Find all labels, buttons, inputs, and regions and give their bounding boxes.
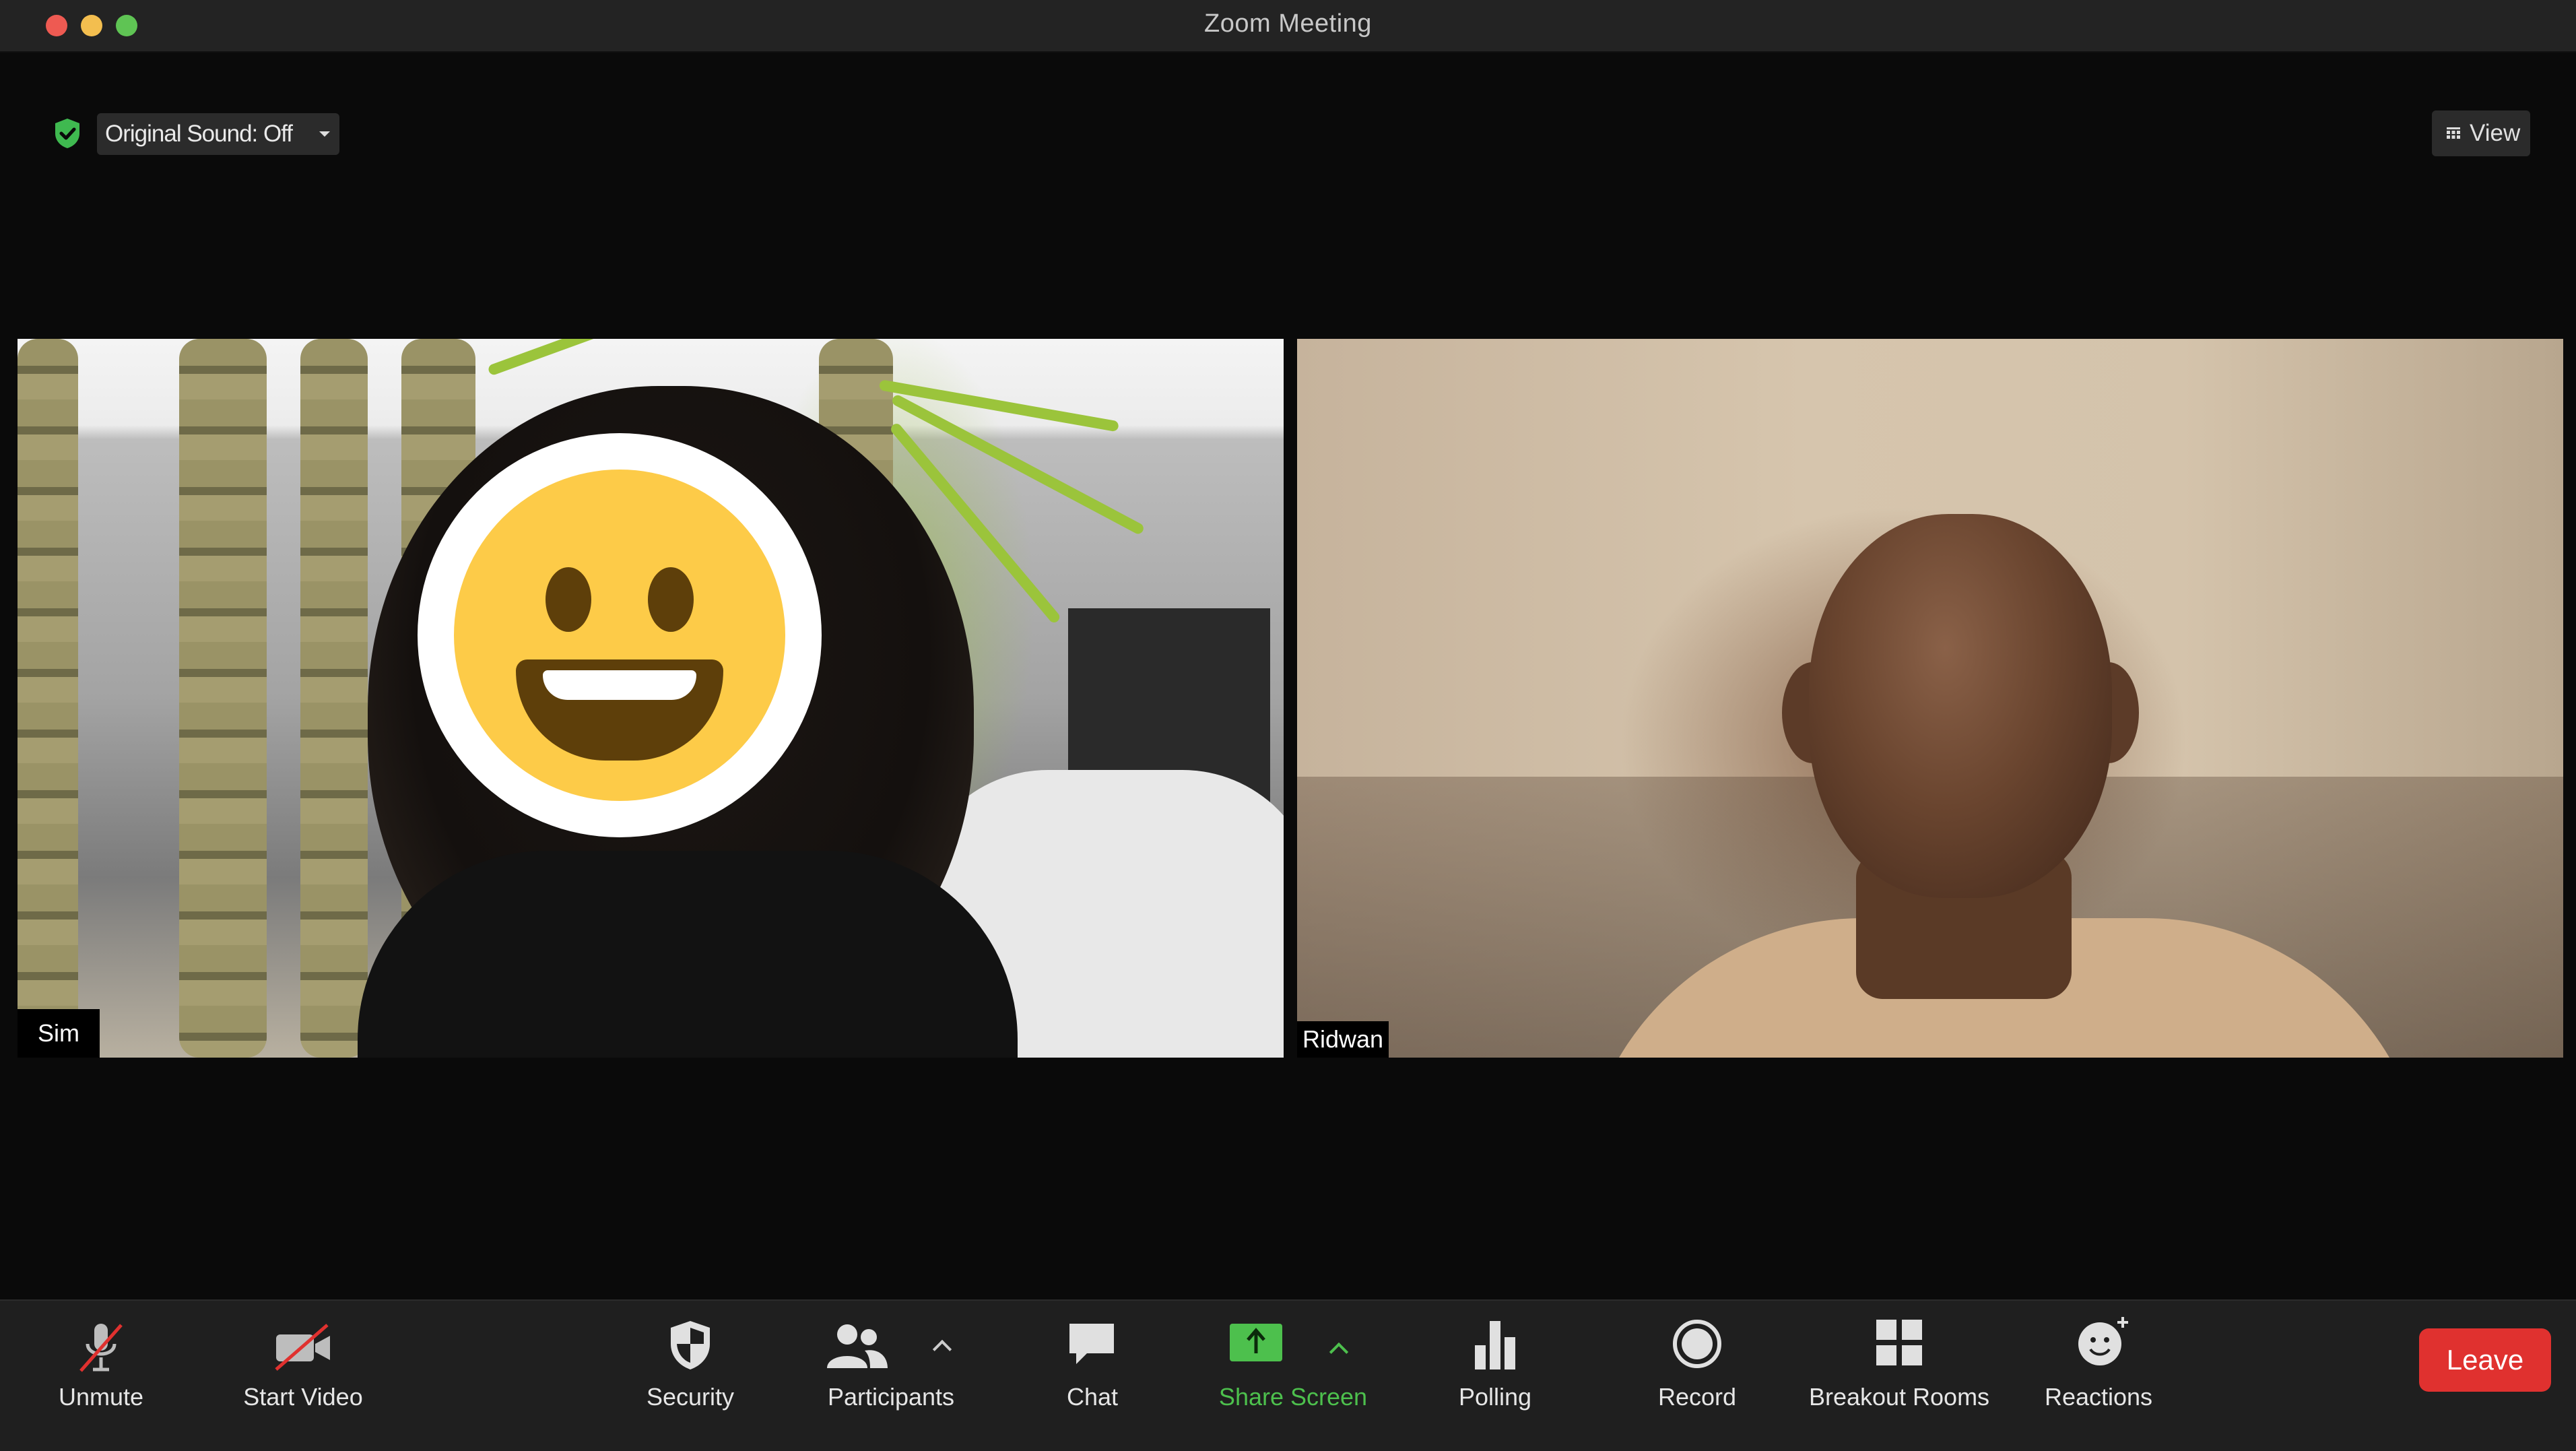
emoji-mouth bbox=[516, 659, 723, 761]
camera-off-icon bbox=[275, 1324, 330, 1371]
emoji-eye bbox=[648, 567, 694, 632]
breakout-rooms-button[interactable]: Breakout Rooms bbox=[1805, 1301, 1993, 1451]
share-screen-icon bbox=[1230, 1324, 1282, 1361]
view-button[interactable]: View bbox=[2432, 110, 2530, 156]
original-sound-dropdown[interactable]: Original Sound: Off bbox=[97, 113, 340, 155]
security-label: Security bbox=[646, 1383, 735, 1411]
palm-trunk bbox=[179, 339, 267, 1058]
chat-label: Chat bbox=[1066, 1383, 1119, 1411]
bar-chart-icon bbox=[1475, 1321, 1515, 1369]
reactions-button[interactable]: Reactions bbox=[2041, 1301, 2162, 1451]
share-screen-label: Share Screen bbox=[1218, 1383, 1368, 1411]
security-button[interactable]: Security bbox=[633, 1301, 748, 1451]
record-label: Record bbox=[1657, 1383, 1737, 1411]
emoji-eye bbox=[546, 567, 591, 632]
record-icon bbox=[1673, 1320, 1721, 1368]
reaction-smiley-icon bbox=[2078, 1317, 2128, 1365]
breakout-rooms-icon bbox=[1876, 1320, 1922, 1365]
person-head bbox=[1809, 514, 2112, 898]
title-bar: Zoom Meeting bbox=[0, 0, 2576, 53]
participants-label: Participants bbox=[827, 1383, 955, 1411]
emoji-face bbox=[454, 470, 785, 801]
video-tile-sim[interactable]: Sim bbox=[18, 339, 1284, 1058]
video-tile-ridwan[interactable]: Ridwan bbox=[1297, 339, 2563, 1058]
emoji-teeth bbox=[543, 670, 696, 700]
original-sound-label: Original Sound: Off bbox=[105, 121, 293, 147]
participant-name-label: Sim bbox=[18, 1009, 100, 1058]
person-body bbox=[358, 851, 1018, 1058]
view-label: View bbox=[2470, 120, 2521, 146]
start-video-button[interactable]: Start Video bbox=[229, 1301, 377, 1451]
microphone-muted-icon bbox=[79, 1324, 123, 1372]
palm-frond bbox=[487, 339, 681, 377]
grid-view-icon bbox=[2447, 127, 2460, 139]
polling-label: Polling bbox=[1458, 1383, 1532, 1411]
share-screen-button[interactable]: Share Screen bbox=[1212, 1301, 1374, 1451]
polling-button[interactable]: Polling bbox=[1441, 1301, 1549, 1451]
shield-check-icon[interactable] bbox=[53, 117, 82, 150]
unmute-label: Unmute bbox=[58, 1383, 144, 1411]
record-button[interactable]: Record bbox=[1643, 1301, 1751, 1451]
participants-button[interactable]: Participants bbox=[815, 1301, 963, 1451]
chat-button[interactable]: Chat bbox=[1051, 1301, 1131, 1451]
participants-icon bbox=[827, 1324, 888, 1368]
smiley-face-overlay-icon bbox=[418, 433, 822, 837]
caret-down-icon bbox=[319, 131, 331, 137]
unmute-button[interactable]: Unmute bbox=[40, 1301, 162, 1451]
shield-icon bbox=[671, 1321, 710, 1369]
chat-bubble-icon bbox=[1069, 1324, 1114, 1364]
breakout-rooms-label: Breakout Rooms bbox=[1808, 1383, 1990, 1411]
start-video-label: Start Video bbox=[243, 1383, 363, 1411]
meeting-toolbar: Unmute Start Video Security Participants bbox=[0, 1299, 2576, 1451]
leave-button[interactable]: Leave bbox=[2419, 1328, 2551, 1392]
palm-trunk bbox=[18, 339, 78, 1058]
participant-name-label: Ridwan bbox=[1297, 1021, 1389, 1058]
reactions-label: Reactions bbox=[2044, 1383, 2153, 1411]
window-title: Zoom Meeting bbox=[1204, 9, 1372, 38]
palm-trunk bbox=[300, 339, 368, 1058]
